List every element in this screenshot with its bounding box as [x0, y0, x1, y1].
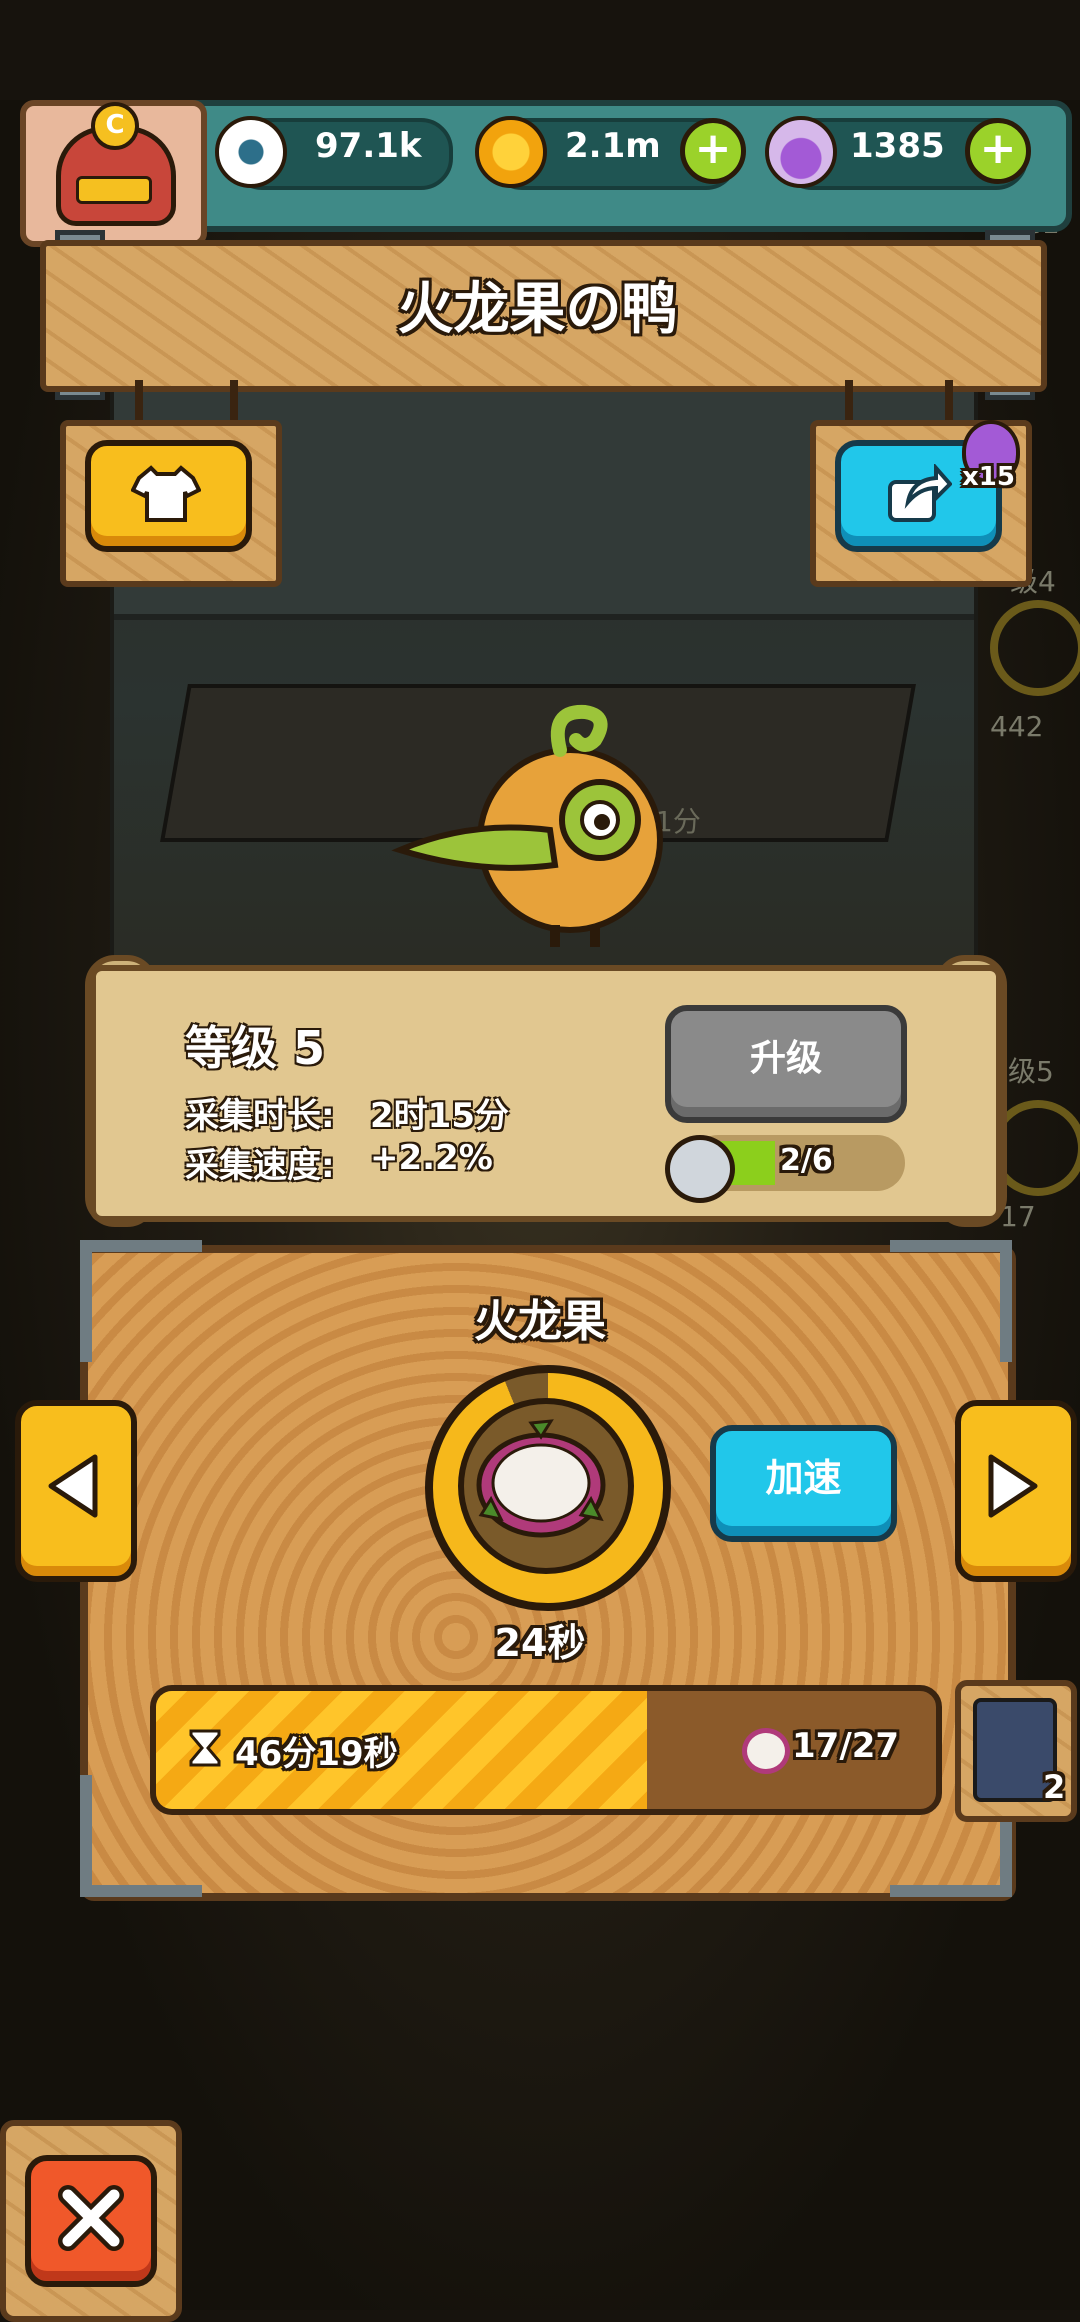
player-avatar[interactable]: C: [20, 100, 207, 247]
bg-ring-icon: [990, 600, 1080, 696]
upgrade-button[interactable]: 升级: [665, 1005, 907, 1123]
coin-icon: [475, 116, 547, 188]
add-potions-button[interactable]: +: [965, 118, 1031, 184]
avatar-teeth: [76, 176, 152, 204]
duration-value: 2时15分: [370, 1096, 509, 1136]
share-icon: [888, 464, 952, 522]
level-value: 5: [293, 1021, 326, 1075]
fruit-count: 17/27: [792, 1726, 900, 1766]
monster-duck-sprite: [391, 704, 663, 947]
monster-name-title: 火龙果の鸭: [397, 277, 678, 342]
close-icon: [58, 2185, 124, 2251]
level-label-text: 等级: [185, 1021, 277, 1075]
potion-count: 1385: [850, 126, 945, 166]
harvest-progress-fill: [156, 1691, 648, 1809]
eyeball-count: 97.1k: [315, 126, 422, 166]
costume-button[interactable]: [85, 440, 252, 552]
avatar-badge: C: [91, 102, 139, 150]
dragon-fruit-small-icon: [742, 1728, 790, 1774]
speed-value: +2.2%: [370, 1138, 493, 1178]
speed-label: 采集速度:: [185, 1146, 335, 1186]
arrow-right-icon: [988, 1454, 1038, 1518]
dragon-fruit-icon: [476, 1419, 606, 1538]
side-card-count: 2: [1043, 1768, 1066, 1806]
eyeball-icon: [215, 116, 287, 188]
fruit-name: 火龙果: [474, 1296, 606, 1347]
fruit-progress-ring: [425, 1365, 671, 1611]
share-reward-count: x15: [962, 462, 1015, 492]
hourglass-icon: [189, 1729, 221, 1767]
potion-icon: [765, 116, 837, 188]
speed-up-button[interactable]: 加速: [710, 1425, 897, 1542]
prev-fruit-button[interactable]: [15, 1400, 137, 1582]
upgrade-progress-text: 2/6: [780, 1143, 833, 1178]
arrow-left-icon: [48, 1454, 98, 1518]
bg-count-442: 442: [990, 710, 1044, 743]
duration-label: 采集时长:: [185, 1096, 335, 1136]
add-coins-button[interactable]: +: [680, 118, 746, 184]
coin-count: 2.1m: [565, 126, 661, 166]
close-button[interactable]: [25, 2155, 157, 2287]
shirt-icon: [131, 465, 201, 522]
cycle-timer: 24秒: [494, 1621, 586, 1665]
next-fruit-button[interactable]: [955, 1400, 1077, 1582]
total-harvest-time: 46分19秒: [235, 1734, 398, 1774]
level-label: 等级 5: [185, 1012, 325, 1078]
skull-horns-icon: [665, 1135, 735, 1203]
